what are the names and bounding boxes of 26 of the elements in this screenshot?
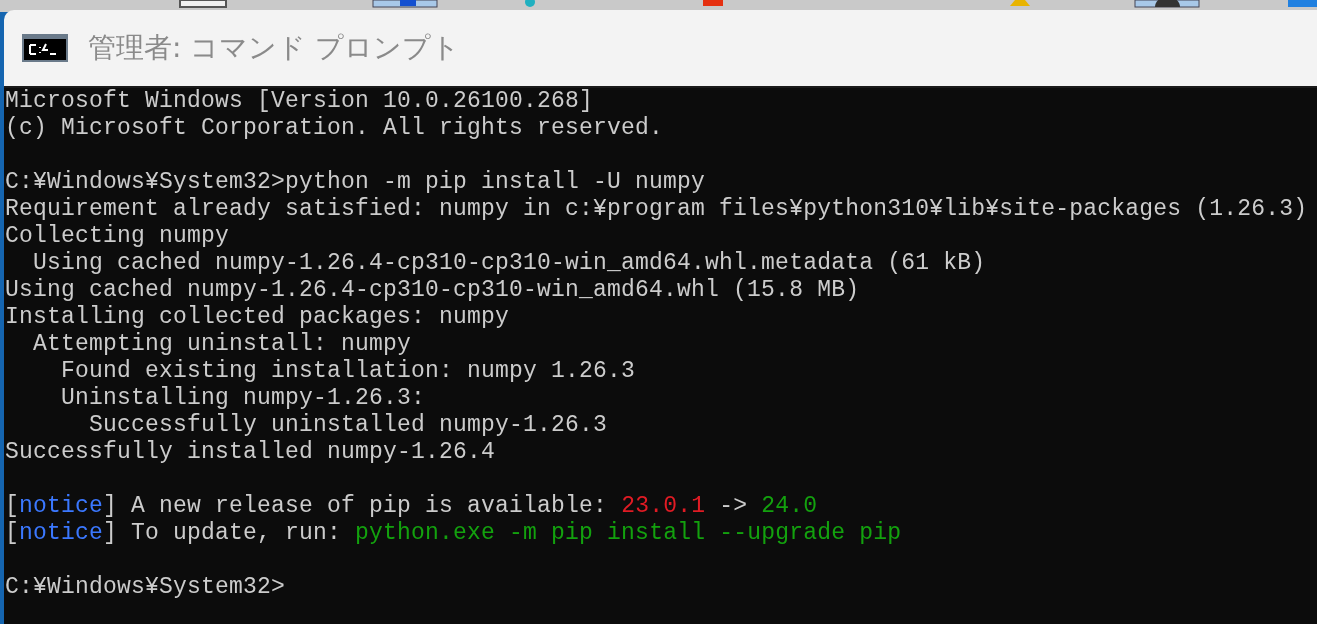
console-icon — [22, 34, 68, 62]
notice-tag: notice — [19, 520, 104, 546]
version-text: 23.0.1 — [621, 493, 706, 519]
console-line: Successfully uninstalled numpy-1.26.3 — [88, 412, 609, 439]
console-line: Installing collected packages: numpy — [5, 304, 511, 331]
console-line: Attempting uninstall: numpy — [32, 331, 413, 358]
console-line: Microsoft Windows [Version 10.0.26100.268] — [5, 88, 595, 115]
console-line: Requirement already satisfied: numpy in c:¥program files¥python310¥lib¥site-packages (1.26.3) — [5, 196, 1309, 223]
console-line: Uninstalling numpy-1.26.3: — [60, 385, 427, 412]
version-text: 24.0 — [761, 493, 818, 519]
console-line: Using cached numpy-1.26.4-cp310-cp310-win_amd64.whl (15.8 MB) — [5, 277, 861, 304]
console-text: ] A new release of pip is available: — [103, 493, 609, 519]
console-line: Using cached numpy-1.26.4-cp310-cp310-win_amd64.whl.metadata (61 kB) — [32, 250, 987, 277]
console-line: Collecting numpy — [5, 223, 231, 250]
console-line: C:¥Windows¥System32>python -m pip install -U numpy — [5, 169, 707, 196]
console-text: ] To update, run: — [103, 520, 343, 546]
version-text: python.exe -m pip install --upgrade pip — [355, 520, 902, 546]
console-text: -> — [718, 493, 749, 519]
console-line: Found existing installation: numpy 1.26.3 — [60, 358, 637, 385]
console-line: (c) Microsoft Corporation. All rights reserved. — [5, 115, 665, 142]
console-text: [ — [5, 493, 19, 519]
console-line: C:¥Windows¥System32> — [5, 574, 287, 601]
window-title: 管理者: コマンド プロンプト — [88, 30, 461, 66]
notice-tag: notice — [19, 493, 104, 519]
console-text: [ — [5, 520, 19, 546]
console-line: Successfully installed numpy-1.26.4 — [5, 439, 497, 466]
